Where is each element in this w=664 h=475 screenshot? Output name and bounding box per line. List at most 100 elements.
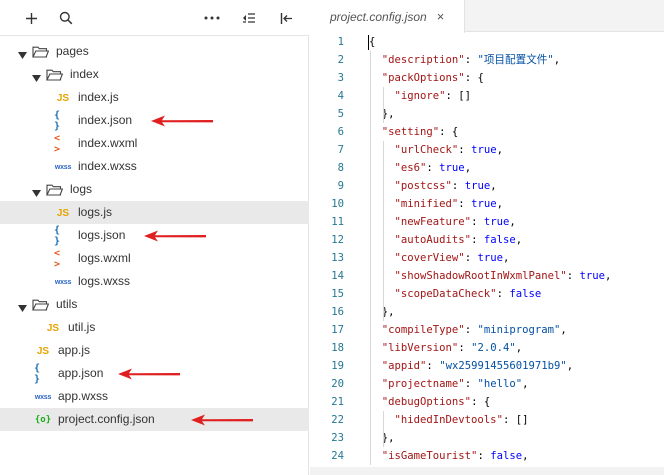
chevron-down-icon[interactable] — [18, 301, 27, 315]
chevron-down-icon[interactable] — [32, 71, 41, 85]
line-content: { — [369, 36, 376, 48]
tree-item-label: pages — [56, 44, 89, 58]
line-content: }, — [369, 108, 395, 120]
more-icon[interactable] — [200, 6, 224, 30]
json-file-icon: { } — [54, 110, 61, 132]
line-content: "minified": true, — [394, 198, 503, 210]
code-line: 12 "autoAudits": false, — [310, 231, 664, 249]
line-number: 19 — [331, 360, 344, 372]
line-content: "setting": { — [381, 126, 459, 138]
line-content: "autoAudits": false, — [394, 234, 523, 246]
tree-item-index-wxss[interactable]: wxss index.wxss — [0, 155, 309, 178]
code-area[interactable]: 1{2 "description": "项目配置文件", 3 "packOptio… — [310, 32, 664, 467]
tree-item-logs[interactable]: logs — [0, 178, 309, 201]
tree-item-util-js[interactable]: JS util.js — [0, 316, 309, 339]
line-number: 23 — [331, 432, 344, 444]
tree-item-label: utils — [56, 297, 78, 311]
tree-item-label: index.js — [78, 90, 119, 104]
indent-guide — [382, 87, 384, 123]
code-line: 22 "hidedInDevtools": [] — [310, 411, 664, 429]
text-cursor — [368, 35, 369, 50]
tab-project-config[interactable]: project.config.json × — [310, 0, 465, 33]
tree-item-label: logs — [70, 182, 93, 196]
tree-item-label: app.wxss — [58, 389, 109, 403]
code-line: 19 "appid": "wx25991455601971b9", — [310, 357, 664, 375]
plus-icon[interactable] — [19, 6, 43, 30]
line-content: "postcss": true, — [394, 180, 497, 192]
tree-item-app-js[interactable]: JS app.js — [0, 339, 309, 362]
line-number: 18 — [331, 342, 344, 354]
line-content: "description": "项目配置文件", — [381, 54, 561, 66]
line-content: "appid": "wx25991455601971b9", — [381, 360, 574, 372]
wxss-file-icon: wxss — [54, 278, 72, 286]
line-content: }, — [369, 306, 395, 318]
line-content: "coverView": true, — [394, 252, 510, 264]
line-content: "scopeDataCheck": false — [394, 288, 542, 300]
line-number: 14 — [331, 270, 344, 282]
line-number: 5 — [337, 108, 344, 120]
line-content: "ignore": [] — [394, 90, 472, 102]
tree-item-project-config-json[interactable]: {o} project.config.json — [0, 408, 309, 431]
tree-item-label: app.js — [58, 343, 91, 357]
search-icon[interactable] — [54, 6, 78, 30]
folder-open-icon — [32, 298, 50, 314]
line-number: 10 — [331, 198, 344, 210]
chevron-down-icon[interactable] — [18, 48, 27, 62]
code-line: 11 "newFeature": true, — [310, 213, 664, 231]
code-line: 16 }, — [310, 303, 664, 321]
tree-item-index-wxml[interactable]: < > index.wxml — [0, 132, 309, 155]
line-content: "isGameTourist": false, — [381, 450, 529, 462]
tree-item-logs-json[interactable]: { } logs.json — [0, 224, 309, 247]
code-line: 23 }, — [310, 429, 664, 447]
tree-item-label: logs.wxml — [78, 251, 131, 265]
config-file-icon: {o} — [34, 415, 52, 425]
tree-item-app-wxss[interactable]: wxss app.wxss — [0, 385, 309, 408]
tree-item-logs-js[interactable]: JS logs.js — [0, 201, 309, 224]
line-content: "packOptions": { — [381, 72, 484, 84]
tree-item-index[interactable]: index — [0, 63, 309, 86]
code-line: 15 "scopeDataCheck": false — [310, 285, 664, 303]
file-explorer-panel: pages index JS index.js{ } index.json < > inde… — [0, 0, 309, 475]
line-number: 8 — [337, 162, 344, 174]
code-line: 10 "minified": true, — [310, 195, 664, 213]
tree-item-index-json[interactable]: { } index.json — [0, 109, 309, 132]
code-line: 9 "postcss": true, — [310, 177, 664, 195]
wxml-file-icon: < > — [54, 133, 61, 155]
line-number: 20 — [331, 378, 344, 390]
annotation-arrow — [151, 115, 213, 127]
tree-item-label: app.json — [58, 366, 104, 380]
wxss-file-icon: wxss — [34, 393, 52, 401]
tree-item-utils[interactable]: utils — [0, 293, 309, 316]
line-number: 3 — [337, 72, 344, 84]
panel-toggle-icon[interactable] — [275, 6, 299, 30]
tree-item-logs-wxml[interactable]: < > logs.wxml — [0, 247, 309, 270]
line-number: 24 — [331, 450, 344, 462]
line-number: 7 — [337, 144, 344, 156]
line-number: 22 — [331, 414, 344, 426]
json-file-icon: { } — [54, 225, 61, 247]
tree-item-label: logs.json — [78, 228, 126, 242]
tree-item-label: index — [70, 67, 99, 81]
code-line: 7 "urlCheck": true, — [310, 141, 664, 159]
collapse-all-icon[interactable] — [237, 6, 261, 30]
indent-guide — [382, 411, 384, 447]
chevron-down-icon[interactable] — [32, 186, 41, 200]
json-file-icon: { } — [34, 363, 41, 385]
tree-item-pages[interactable]: pages — [0, 40, 309, 63]
tree-item-logs-wxss[interactable]: wxss logs.wxss — [0, 270, 309, 293]
code-line: 17 "compileType": "miniprogram", — [310, 321, 664, 339]
annotation-arrow — [117, 368, 180, 380]
line-content: "hidedInDevtools": [] — [394, 414, 529, 426]
code-line: 24 "isGameTourist": false, — [310, 447, 664, 465]
js-file-icon: JS — [56, 92, 70, 104]
horizontal-scrollbar[interactable] — [310, 467, 664, 475]
line-content: "showShadowRootInWxmlPanel": true, — [394, 270, 612, 282]
close-icon[interactable]: × — [437, 9, 445, 24]
tree-item-app-json[interactable]: { } app.json — [0, 362, 309, 385]
tree-item-index-js[interactable]: JS index.js — [0, 86, 309, 109]
code-line: 20 "projectname": "hello", — [310, 375, 664, 393]
code-editor: project.config.json × 1{2 "description":… — [310, 0, 664, 475]
js-file-icon: JS — [56, 207, 70, 219]
folder-open-icon — [32, 45, 50, 61]
code-line: 21 "debugOptions": { — [310, 393, 664, 411]
